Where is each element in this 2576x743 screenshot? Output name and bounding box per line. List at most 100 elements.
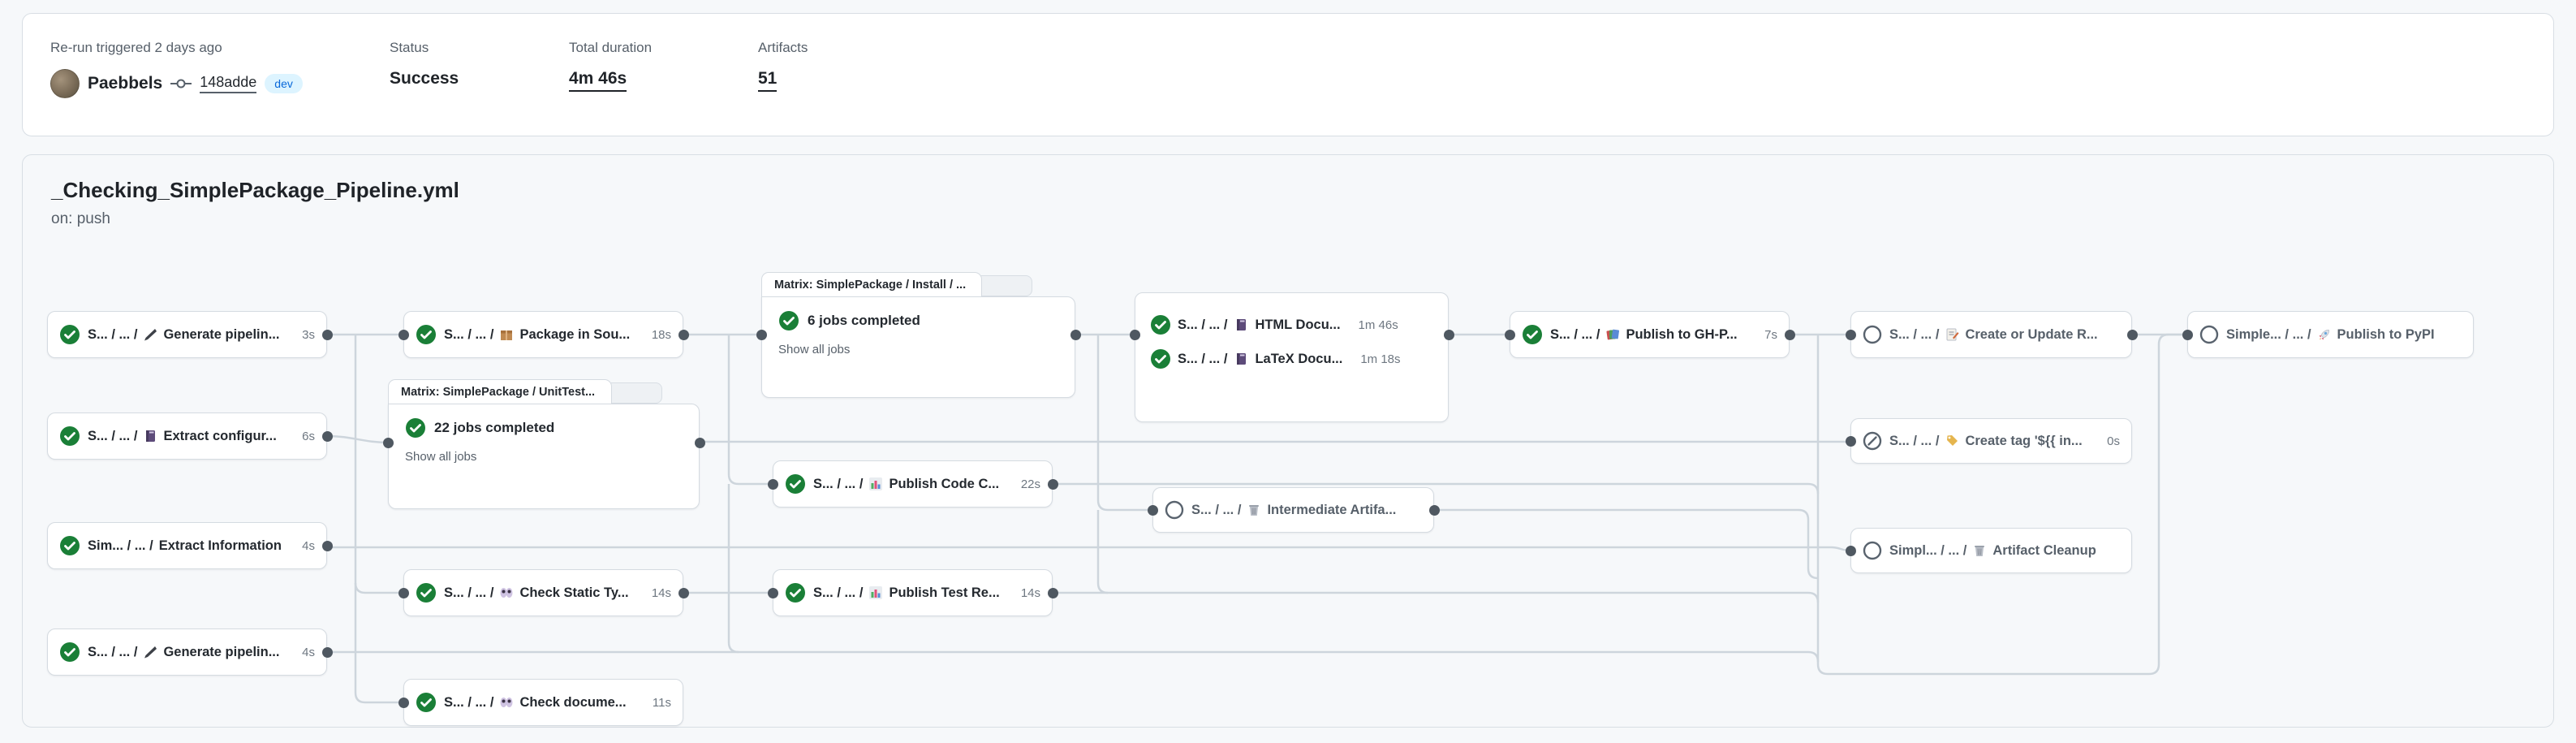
run-summary-card: Re-run triggered 2 days ago Paebbels 148… (22, 13, 2554, 136)
job-create-or-update-release-right-port (2127, 330, 2138, 340)
matrix-install-tab[interactable]: Matrix: SimplePackage / Install / ... (761, 272, 982, 297)
job-intermediate-artifacts-left-port (1148, 505, 1158, 516)
trash-icon (1247, 503, 1261, 517)
job-extract-configurations[interactable]: S... / ... /Extract configur...6s (47, 413, 327, 460)
success-check-icon (785, 473, 806, 495)
job-prefix: Sim... / ... / (88, 538, 153, 554)
job-create-or-update-release-left-port (1846, 330, 1856, 340)
workflow-title: _Checking_SimplePackage_Pipeline.yml (51, 178, 459, 203)
success-check-icon (785, 582, 806, 603)
job-publish-to-pypi-left-port (2182, 330, 2193, 340)
job-check-static-typing[interactable]: S... / ... /Check Static Ty...14s (403, 569, 683, 616)
matrix-install-left-port (756, 330, 767, 340)
duration-column: Total duration 4m 46s (569, 38, 652, 92)
success-check-icon (416, 692, 437, 713)
show-all-jobs-link[interactable]: Show all jobs (778, 343, 1058, 356)
job-prefix: S... / ... / (1550, 327, 1600, 343)
matrix-unittest-tab[interactable]: Matrix: SimplePackage / UnitTest... (388, 379, 612, 404)
job-publish-test-results[interactable]: S... / ... / Publish Test Re... 14s (773, 569, 1053, 616)
job-duration: 4s (295, 646, 315, 659)
artifacts-column: Artifacts 51 (758, 38, 808, 92)
job-publish-test-results-right-port (1048, 588, 1058, 598)
job-label: Generate pipelin... (163, 327, 279, 343)
job-label: Generate pipelin... (163, 645, 279, 660)
skipped-slash-icon (1863, 431, 1882, 451)
job-publish-to-gh-pages[interactable]: S... / ... /Publish to GH-P...7s (1510, 311, 1790, 358)
job-create-or-update-release[interactable]: S... / ... /Create or Update R... (1850, 311, 2132, 358)
commit-sha-link[interactable]: 148adde (200, 74, 256, 93)
matrix-unittest-left-port (383, 438, 394, 448)
notebook-icon (1234, 318, 1248, 332)
job-duration: 1m 18s (1354, 352, 1400, 366)
status-column: Status Success (390, 38, 459, 89)
job-duration: 3s (295, 328, 315, 342)
job-prefix: S... / ... / (813, 585, 863, 601)
avatar[interactable] (50, 69, 80, 98)
commit-icon (170, 77, 192, 90)
bar-chart-icon (868, 477, 883, 491)
duration-value-link[interactable]: 4m 46s (569, 69, 627, 92)
job-check-static-typing-left-port (398, 588, 409, 598)
notebook-icon (143, 429, 157, 443)
success-check-icon (778, 310, 799, 331)
job-duration: 1m 46s (1352, 318, 1398, 332)
rerun-column: Re-run triggered 2 days ago Paebbels 148… (50, 38, 303, 98)
show-all-jobs-link[interactable]: Show all jobs (405, 450, 683, 464)
job-extract-information[interactable]: Sim... / ... /Extract Information4s (47, 522, 327, 569)
success-check-icon (59, 324, 80, 345)
job-prefix: S... / ... / (88, 645, 137, 660)
matrix-unittest[interactable]: 22 jobs completedShow all jobs (388, 404, 700, 509)
job-intermediate-artifacts[interactable]: S... / ... /Intermediate Artifa... (1152, 487, 1434, 533)
job-duration: 18s (645, 328, 671, 342)
pending-circle-icon (2199, 325, 2219, 344)
job-generate-pipeline-params-1[interactable]: S... / ... /Generate pipelin...3s (47, 311, 327, 358)
branch-badge[interactable]: dev (265, 74, 303, 93)
job-extract-information-right-port (322, 541, 333, 551)
success-check-icon (59, 425, 80, 447)
status-value: Success (390, 69, 459, 89)
job-prefix: Simple... / ... / (2226, 327, 2311, 343)
trash-icon (1972, 543, 1987, 558)
pencil-icon (143, 645, 157, 659)
success-check-icon (1150, 314, 1171, 335)
rerun-label: Re-run triggered 2 days ago (50, 38, 303, 58)
matrix-jobs-count: 6 jobs completed (808, 313, 920, 329)
job-label: Create tag '${{ in... (1965, 434, 2082, 449)
matrix-tab-stub (604, 382, 662, 404)
job-generate-pipeline-params-2[interactable]: S... / ... / Generate pipelin... 4s (47, 629, 327, 676)
pending-circle-icon (1863, 541, 1882, 560)
group-job-row[interactable]: S... / ... /HTML Docu...1m 46s (1150, 314, 1433, 335)
artifacts-label: Artifacts (758, 38, 808, 58)
job-publish-to-gh-pages-right-port (1785, 330, 1795, 340)
job-check-documentation[interactable]: S... / ... /Check docume...11s (403, 679, 683, 726)
group-job-row[interactable]: S... / ... /LaTeX Docu...1m 18s (1150, 348, 1433, 369)
job-create-tag-left-port (1846, 436, 1856, 447)
job-duration: 22s (1014, 477, 1040, 491)
group-documentation-left-port (1130, 330, 1140, 340)
job-publish-code-coverage-right-port (1048, 479, 1058, 490)
memo-icon (1945, 327, 1959, 342)
job-duration: 11s (646, 696, 671, 710)
tag-icon (1945, 434, 1959, 448)
job-publish-to-gh-pages-left-port (1505, 330, 1515, 340)
job-package-in-source[interactable]: S... / ... / Package in Sou... 18s (403, 311, 683, 358)
group-documentation[interactable]: S... / ... /HTML Docu...1m 46sS... / ...… (1135, 292, 1449, 422)
job-publish-code-coverage[interactable]: S... / ... /Publish Code C...22s (773, 460, 1053, 508)
job-label: Package in Sou... (519, 327, 630, 343)
matrix-install[interactable]: 6 jobs completed Show all jobs (761, 296, 1075, 398)
job-generate-pipeline-params-1-right-port (322, 330, 333, 340)
job-artifact-cleanup[interactable]: Simpl... / ... /Artifact Cleanup (1850, 528, 2132, 573)
job-duration: 14s (1014, 586, 1040, 600)
job-prefix: S... / ... / (444, 327, 493, 343)
notebook-icon (1234, 352, 1248, 366)
job-create-tag[interactable]: S... / ... /Create tag '${{ in...0s (1850, 418, 2132, 464)
job-publish-to-pypi[interactable]: Simple... / ... /Publish to PyPI (2187, 311, 2474, 358)
artifacts-count-link[interactable]: 51 (758, 69, 777, 92)
pencil-icon (143, 327, 157, 342)
matrix-tab-stub (974, 275, 1032, 296)
job-label: Publish Test Re... (889, 585, 999, 601)
job-label: Extract configur... (163, 429, 276, 444)
job-prefix: S... / ... / (1178, 318, 1227, 333)
workflow-trigger: on: push (51, 210, 110, 228)
user-name[interactable]: Paebbels (88, 74, 162, 93)
